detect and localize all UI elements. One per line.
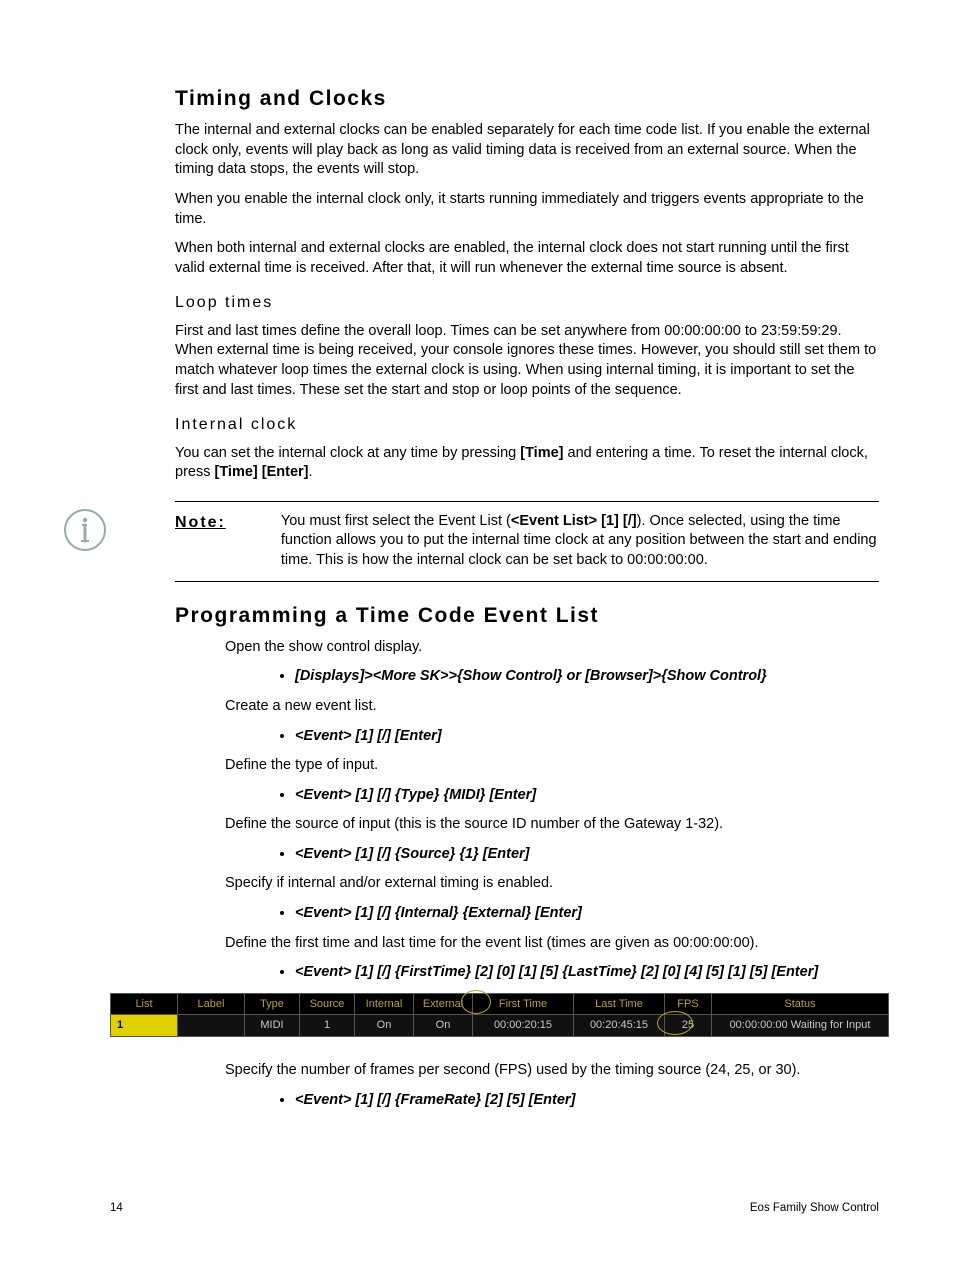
- cell-source: 1: [300, 1015, 355, 1037]
- col-label: Label: [178, 993, 245, 1015]
- table-row: 1 MIDI 1 On On 00:00:20:15 00:20:45:15 2…: [111, 1015, 889, 1037]
- text: You must first select the Event List (: [281, 513, 511, 529]
- step: Define the source of input (this is the …: [225, 815, 879, 835]
- command: <Event> [1] [/] {Internal} {External} [E…: [295, 905, 582, 921]
- command: <Event> [1] [/] {Source} {1} [Enter]: [295, 846, 530, 862]
- col-status: Status: [712, 993, 889, 1015]
- step: Open the show control display.: [225, 638, 879, 658]
- col-type: Type: [245, 993, 300, 1015]
- step: Specify if internal and/or external timi…: [225, 874, 879, 894]
- heading-programming: Programming a Time Code Event List: [175, 602, 879, 630]
- para: When both internal and external clocks a…: [175, 239, 879, 278]
- command: <Event> [1] [/] {Type} {MIDI} [Enter]: [295, 787, 536, 803]
- para: You can set the internal clock at any ti…: [175, 444, 879, 483]
- col-external: External: [414, 993, 473, 1015]
- para: When you enable the internal clock only,…: [175, 190, 879, 229]
- page-footer: 14 Eos Family Show Control: [110, 1201, 879, 1217]
- col-list: List: [111, 993, 178, 1015]
- cell-external: On: [414, 1015, 473, 1037]
- page-number: 14: [110, 1201, 123, 1217]
- col-internal: Internal: [355, 993, 414, 1015]
- step: Create a new event list.: [225, 697, 879, 717]
- col-last-time: Last Time: [574, 993, 665, 1015]
- command: [Displays]><More SK>>{Show Control} or […: [295, 668, 767, 684]
- note-label: Note:: [175, 512, 226, 534]
- text: You can set the internal clock at any ti…: [175, 445, 520, 461]
- col-source: Source: [300, 993, 355, 1015]
- command: <Event> [1] [/] {FrameRate} [2] [5] [Ent…: [295, 1092, 575, 1108]
- event-list-table: List Label Type Source Internal External…: [110, 993, 889, 1048]
- cell-status: 00:00:00:00 Waiting for Input: [712, 1015, 889, 1037]
- key-event-list: <Event List> [1] [/]: [511, 513, 637, 529]
- command: <Event> [1] [/] [Enter]: [295, 728, 442, 744]
- cell-first-time: 00:00:20:15: [473, 1015, 574, 1037]
- text: .: [309, 464, 313, 480]
- step: Specify the number of frames per second …: [225, 1061, 879, 1081]
- step: Define the first time and last time for …: [225, 934, 879, 954]
- para: First and last times define the overall …: [175, 322, 879, 400]
- cell-last-time: 00:20:45:15: [574, 1015, 665, 1037]
- note-text: You must first select the Event List (<E…: [281, 512, 879, 571]
- cell-type: MIDI: [245, 1015, 300, 1037]
- para: The internal and external clocks can be …: [175, 121, 879, 180]
- info-icon: [63, 508, 107, 552]
- key-time: [Time]: [520, 445, 563, 461]
- col-fps: FPS: [665, 993, 712, 1015]
- cell-label: [178, 1015, 245, 1037]
- col-first-time: First Time: [473, 993, 574, 1015]
- cell-list: 1: [111, 1015, 178, 1037]
- note-block: Note: You must first select the Event Li…: [175, 501, 879, 582]
- heading-timing-clocks: Timing and Clocks: [175, 85, 879, 113]
- table-header-row: List Label Type Source Internal External…: [111, 993, 889, 1015]
- subheading-internal-clock: Internal clock: [175, 414, 879, 436]
- step: Define the type of input.: [225, 756, 879, 776]
- command: <Event> [1] [/] {FirstTime} [2] [0] [1] …: [295, 964, 818, 980]
- cell-internal: On: [355, 1015, 414, 1037]
- key-time-enter: [Time] [Enter]: [215, 464, 309, 480]
- cell-fps: 25: [665, 1015, 712, 1037]
- doc-title: Eos Family Show Control: [750, 1201, 879, 1217]
- subheading-loop-times: Loop times: [175, 292, 879, 314]
